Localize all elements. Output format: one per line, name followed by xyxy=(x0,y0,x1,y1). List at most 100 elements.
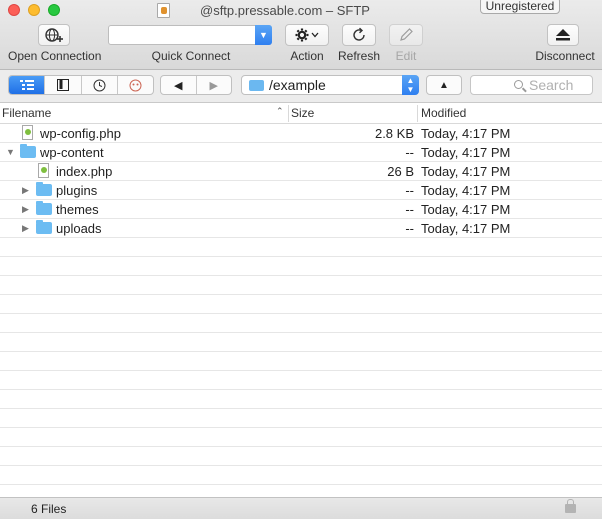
quick-connect-combo[interactable]: ▼ xyxy=(108,25,272,45)
pencil-icon xyxy=(400,28,413,41)
current-path: /example xyxy=(269,77,326,93)
table-row[interactable]: ▶ uploads -- Today, 4:17 PM xyxy=(0,219,602,238)
minimize-window-button[interactable] xyxy=(28,4,40,16)
disclosure-collapsed-icon[interactable]: ▶ xyxy=(22,223,29,234)
outline-view-icon xyxy=(19,80,34,90)
search-placeholder: Search xyxy=(529,77,574,93)
file-modified: Today, 4:17 PM xyxy=(421,221,511,236)
history-navigation: ◀ ▶ xyxy=(160,75,232,95)
refresh-button[interactable] xyxy=(342,24,376,46)
disclosure-expanded-icon[interactable]: ▼ xyxy=(6,147,15,157)
status-bar: 6 Files xyxy=(0,497,602,519)
file-modified: Today, 4:17 PM xyxy=(421,183,511,198)
file-size: -- xyxy=(405,183,414,198)
path-popup[interactable]: /example ▲ ▼ xyxy=(241,75,419,95)
globe-plus-icon xyxy=(45,28,63,42)
size-column-header[interactable]: Size xyxy=(291,106,314,120)
disclosure-collapsed-icon[interactable]: ▶ xyxy=(22,185,29,196)
bookmarks-tab[interactable] xyxy=(45,76,82,94)
column-divider[interactable] xyxy=(417,105,418,122)
history-tab[interactable] xyxy=(82,76,118,94)
empty-row xyxy=(0,295,602,314)
empty-row xyxy=(0,409,602,428)
back-arrow-icon[interactable]: ◀ xyxy=(161,76,197,94)
column-divider[interactable] xyxy=(288,105,289,122)
empty-row xyxy=(0,276,602,295)
file-name: themes xyxy=(56,202,99,217)
file-size: 26 B xyxy=(387,164,414,179)
unregistered-badge[interactable]: Unregistered xyxy=(480,0,560,14)
quick-connect-label: Quick Connect xyxy=(151,49,231,63)
empty-row xyxy=(0,485,602,494)
empty-row xyxy=(0,371,602,390)
bonjour-icon xyxy=(129,79,142,91)
browser-view-tab[interactable] xyxy=(9,76,46,94)
folder-icon xyxy=(36,201,52,215)
folder-icon xyxy=(36,182,52,196)
forward-arrow-icon[interactable]: ▶ xyxy=(197,76,232,94)
empty-row xyxy=(0,352,602,371)
gear-icon xyxy=(295,28,319,42)
file-name: uploads xyxy=(56,221,102,236)
action-label: Action xyxy=(290,49,324,63)
table-row[interactable]: index.php 26 B Today, 4:17 PM xyxy=(0,162,602,181)
file-size: 2.8 KB xyxy=(374,126,414,141)
empty-row xyxy=(0,257,602,276)
close-window-button[interactable] xyxy=(8,4,20,16)
search-field[interactable]: Search xyxy=(470,75,593,95)
empty-row xyxy=(0,447,602,466)
edit-button[interactable] xyxy=(389,24,423,46)
bookmark-icon xyxy=(56,79,69,91)
folder-icon xyxy=(249,80,264,91)
edit-label: Edit xyxy=(395,49,417,63)
action-button[interactable] xyxy=(285,24,329,46)
disclosure-collapsed-icon[interactable]: ▶ xyxy=(22,204,29,215)
sort-ascending-icon: ⌃ xyxy=(276,106,284,116)
updown-chevron-icon[interactable]: ▲ ▼ xyxy=(402,75,419,95)
table-row[interactable]: ▶ themes -- Today, 4:17 PM xyxy=(0,200,602,219)
eject-icon xyxy=(556,29,570,41)
file-modified: Today, 4:17 PM xyxy=(421,164,511,179)
file-modified: Today, 4:17 PM xyxy=(421,126,511,141)
open-connection-button[interactable] xyxy=(38,24,70,46)
php-file-icon xyxy=(22,125,33,140)
clock-icon xyxy=(93,79,106,91)
file-count: 6 Files xyxy=(31,502,67,516)
modified-column-header[interactable]: Modified xyxy=(421,106,466,120)
file-modified: Today, 4:17 PM xyxy=(421,145,511,160)
document-proxy-icon[interactable] xyxy=(157,3,170,18)
folder-icon xyxy=(36,220,52,234)
file-size: -- xyxy=(405,221,414,236)
chevron-down-icon[interactable]: ▼ xyxy=(255,25,272,45)
php-file-icon xyxy=(38,163,49,178)
empty-row xyxy=(0,314,602,333)
zoom-window-button[interactable] xyxy=(48,4,60,16)
toolbar: @sftp.pressable.com – SFTP Unregistered … xyxy=(0,0,602,70)
column-header: Filename ⌃ Size Modified xyxy=(0,103,602,124)
view-mode-segmented-control xyxy=(8,75,154,95)
parent-directory-button[interactable]: ▲ xyxy=(426,75,462,95)
file-size: -- xyxy=(405,202,414,217)
navigation-bar: ◀ ▶ /example ▲ ▼ ▲ Search xyxy=(0,70,602,103)
filename-column-header[interactable]: Filename xyxy=(2,106,51,120)
file-name: wp-config.php xyxy=(40,126,121,141)
disconnect-label: Disconnect xyxy=(535,49,595,63)
file-modified: Today, 4:17 PM xyxy=(421,202,511,217)
refresh-label: Refresh xyxy=(337,49,381,63)
folder-icon xyxy=(20,144,36,158)
window-title: @sftp.pressable.com – SFTP xyxy=(200,3,370,18)
disconnect-button[interactable] xyxy=(547,24,579,46)
file-list: wp-config.php 2.8 KB Today, 4:17 PM ▼ wp-con… xyxy=(0,124,602,494)
lock-icon[interactable] xyxy=(565,499,576,513)
empty-row xyxy=(0,390,602,409)
sftp-window: @sftp.pressable.com – SFTP Unregistered … xyxy=(0,0,602,519)
table-row[interactable]: ▶ plugins -- Today, 4:17 PM xyxy=(0,181,602,200)
table-row[interactable]: wp-config.php 2.8 KB Today, 4:17 PM xyxy=(0,124,602,143)
empty-row xyxy=(0,428,602,447)
table-row[interactable]: ▼ wp-content -- Today, 4:17 PM xyxy=(0,143,602,162)
empty-row xyxy=(0,333,602,352)
bonjour-tab[interactable] xyxy=(118,76,153,94)
open-connection-label: Open Connection xyxy=(8,49,102,63)
file-name: wp-content xyxy=(40,145,104,160)
file-size: -- xyxy=(405,145,414,160)
